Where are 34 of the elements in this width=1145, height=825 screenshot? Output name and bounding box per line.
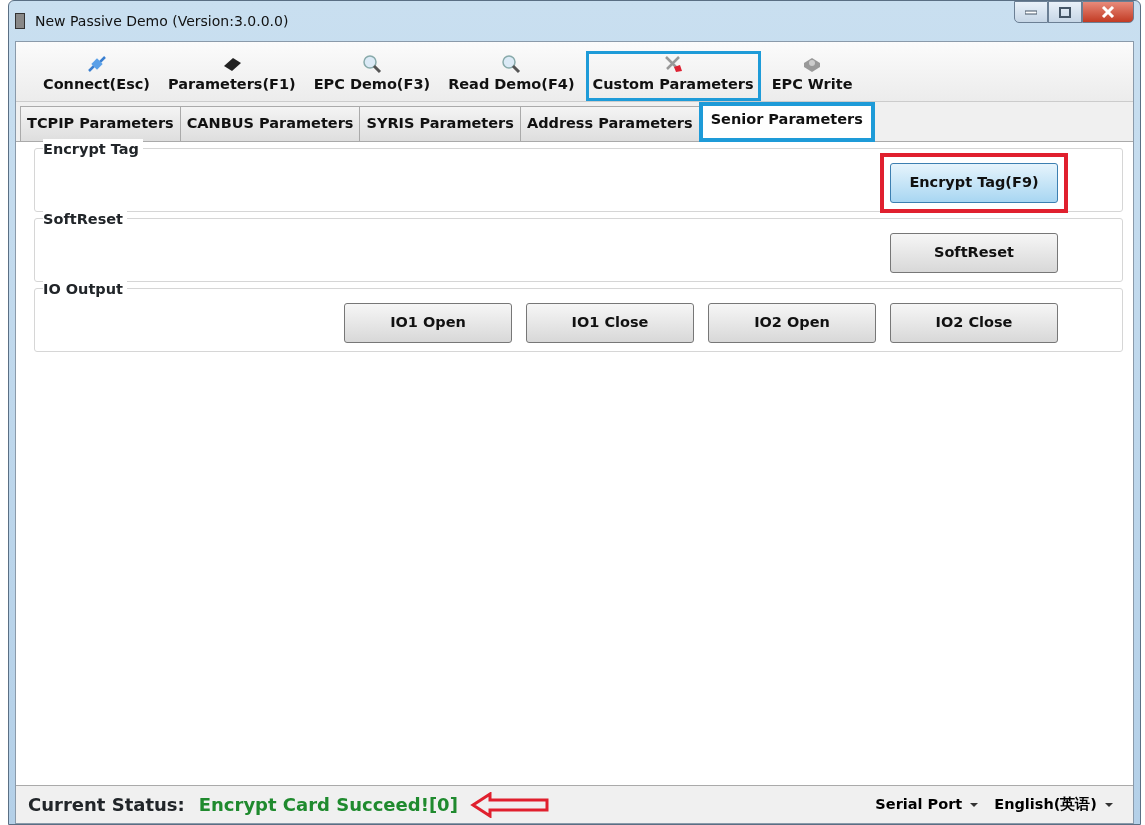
tools-icon (662, 54, 685, 75)
dropdown-button[interactable]: English(英语) (986, 793, 1121, 816)
minimize-button[interactable] (1014, 1, 1048, 23)
tab[interactable]: TCPIP Parameters (20, 106, 181, 141)
maximize-icon (1059, 6, 1071, 18)
tab[interactable]: CANBUS Parameters (179, 106, 361, 141)
action-button[interactable]: IO1 Close (526, 303, 694, 343)
maximize-button[interactable] (1048, 1, 1082, 23)
toolbar-button[interactable]: EPC Write (764, 51, 860, 101)
toolbar-button[interactable]: Read Demo(F4) (441, 51, 582, 101)
status-message: Encrypt Card Succeed![0] (198, 793, 458, 817)
action-button[interactable]: IO2 Open (708, 303, 876, 343)
dropdown-button[interactable]: Serial Port (867, 793, 987, 816)
status-label: Current Status: (28, 793, 185, 817)
magnifier-icon (500, 54, 523, 75)
action-button[interactable]: IO1 Open (344, 303, 512, 343)
action-button[interactable]: IO2 Close (890, 303, 1058, 343)
tab[interactable]: SYRIS Parameters (359, 106, 521, 141)
toolbar-button[interactable]: Connect(Esc) (36, 51, 157, 101)
app-icon (15, 13, 25, 29)
action-button[interactable]: Encrypt Tag(F9) (890, 163, 1058, 203)
toolbar-button[interactable]: EPC Demo(F3) (306, 51, 438, 101)
minimize-icon (1025, 9, 1037, 15)
toolbar-button[interactable]: Parameters(F1) (161, 51, 303, 101)
caret-icon (970, 802, 979, 807)
close-button[interactable] (1082, 1, 1134, 23)
toolbar-button[interactable]: Custom Parameters (585, 51, 761, 101)
tab[interactable]: Address Parameters (519, 106, 700, 141)
action-button[interactable]: SoftReset (890, 233, 1058, 273)
close-icon (1101, 6, 1115, 18)
window-title: New Passive Demo (Version:3.0.0.0) (35, 11, 289, 31)
tab[interactable]: Senior Parameters (698, 102, 875, 142)
caret-icon (1105, 802, 1113, 807)
magnifier-icon (360, 54, 383, 75)
